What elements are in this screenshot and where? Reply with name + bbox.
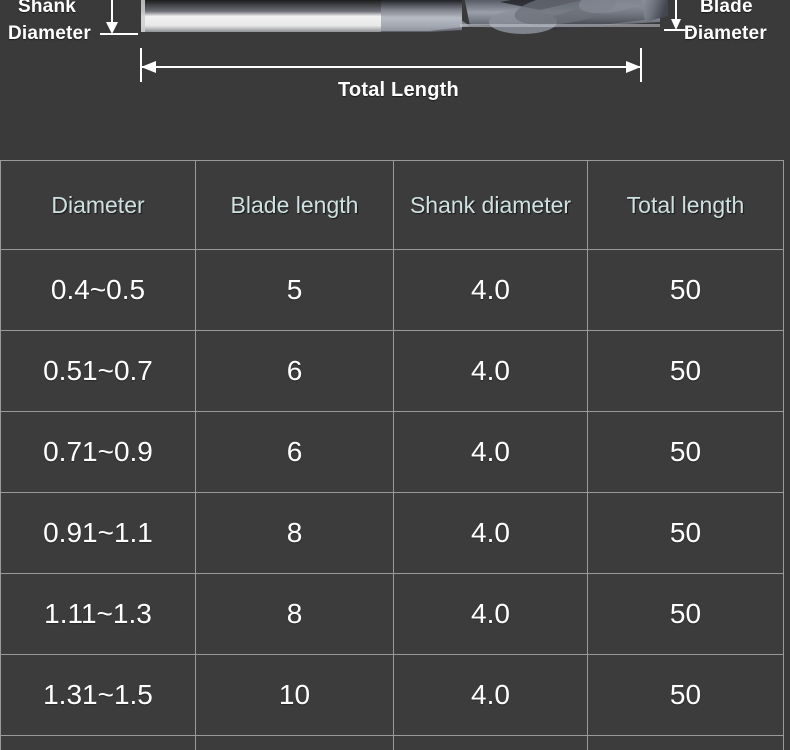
- table-row: 0.4~0.5 5 4.0 50: [0, 249, 784, 331]
- cell-blade-length: 6: [195, 330, 394, 412]
- cell-shank-diameter: 4.0: [393, 654, 588, 736]
- cell-blade-length: 8: [195, 492, 394, 574]
- cell-diameter: [0, 735, 196, 750]
- cell-blade-length: [195, 735, 394, 750]
- cell-total-length: 50: [587, 492, 784, 574]
- column-header-diameter: Diameter: [0, 160, 196, 250]
- column-header-shank-diameter: Shank diameter: [393, 160, 588, 250]
- tool-specification-table: Diameter Blade length Shank diameter Tot…: [0, 160, 784, 750]
- cell-blade-length: 6: [195, 411, 394, 493]
- cell-total-length: 50: [587, 573, 784, 655]
- cell-diameter: 0.51~0.7: [0, 330, 196, 412]
- table-row: 1.31~1.5 10 4.0 50: [0, 654, 784, 736]
- blade-diameter-label-line2: Diameter: [684, 23, 767, 44]
- tool-diagram: Shank Diameter Blade Diameter Total Leng…: [0, 0, 790, 160]
- table-row: 0.71~0.9 6 4.0 50: [0, 411, 784, 493]
- cell-blade-length: 10: [195, 654, 394, 736]
- cell-total-length: 50: [587, 411, 784, 493]
- cell-total-length: [587, 735, 784, 750]
- total-length-label: Total Length: [338, 79, 459, 101]
- table-row: 1.11~1.3 8 4.0 50: [0, 573, 784, 655]
- shank-diameter-leader: [100, 0, 138, 35]
- cell-total-length: 50: [587, 249, 784, 331]
- cell-diameter: 0.4~0.5: [0, 249, 196, 331]
- cell-shank-diameter: 4.0: [393, 249, 588, 331]
- cell-diameter: 0.91~1.1: [0, 492, 196, 574]
- cell-blade-length: 8: [195, 573, 394, 655]
- table-body: 0.4~0.5 5 4.0 50 0.51~0.7 6 4.0 50 0.71~…: [0, 249, 784, 750]
- cell-diameter: 0.71~0.9: [0, 411, 196, 493]
- cell-shank-diameter: 4.0: [393, 492, 588, 574]
- shank-diameter-label-line2: Diameter: [8, 23, 91, 44]
- cell-diameter: 1.11~1.3: [0, 573, 196, 655]
- cell-blade-length: 5: [195, 249, 394, 331]
- cell-shank-diameter: [393, 735, 588, 750]
- column-header-blade-length: Blade length: [195, 160, 394, 250]
- cell-diameter: 1.31~1.5: [0, 654, 196, 736]
- table-row-partial: [0, 735, 784, 750]
- cell-shank-diameter: 4.0: [393, 411, 588, 493]
- table-header-row: Diameter Blade length Shank diameter Tot…: [0, 160, 784, 250]
- cell-total-length: 50: [587, 654, 784, 736]
- cell-shank-diameter: 4.0: [393, 330, 588, 412]
- cell-shank-diameter: 4.0: [393, 573, 588, 655]
- table-header: Diameter Blade length Shank diameter Tot…: [0, 160, 784, 250]
- total-length-dimension: [140, 48, 642, 82]
- column-header-total-length: Total length: [587, 160, 784, 250]
- table-row: 0.91~1.1 8 4.0 50: [0, 492, 784, 574]
- cell-total-length: 50: [587, 330, 784, 412]
- page-root: Shank Diameter Blade Diameter Total Leng…: [0, 0, 790, 750]
- table-row: 0.51~0.7 6 4.0 50: [0, 330, 784, 412]
- shank-diameter-label-line1: Shank: [18, 0, 77, 17]
- blade-diameter-label-line1: Blade: [700, 0, 753, 17]
